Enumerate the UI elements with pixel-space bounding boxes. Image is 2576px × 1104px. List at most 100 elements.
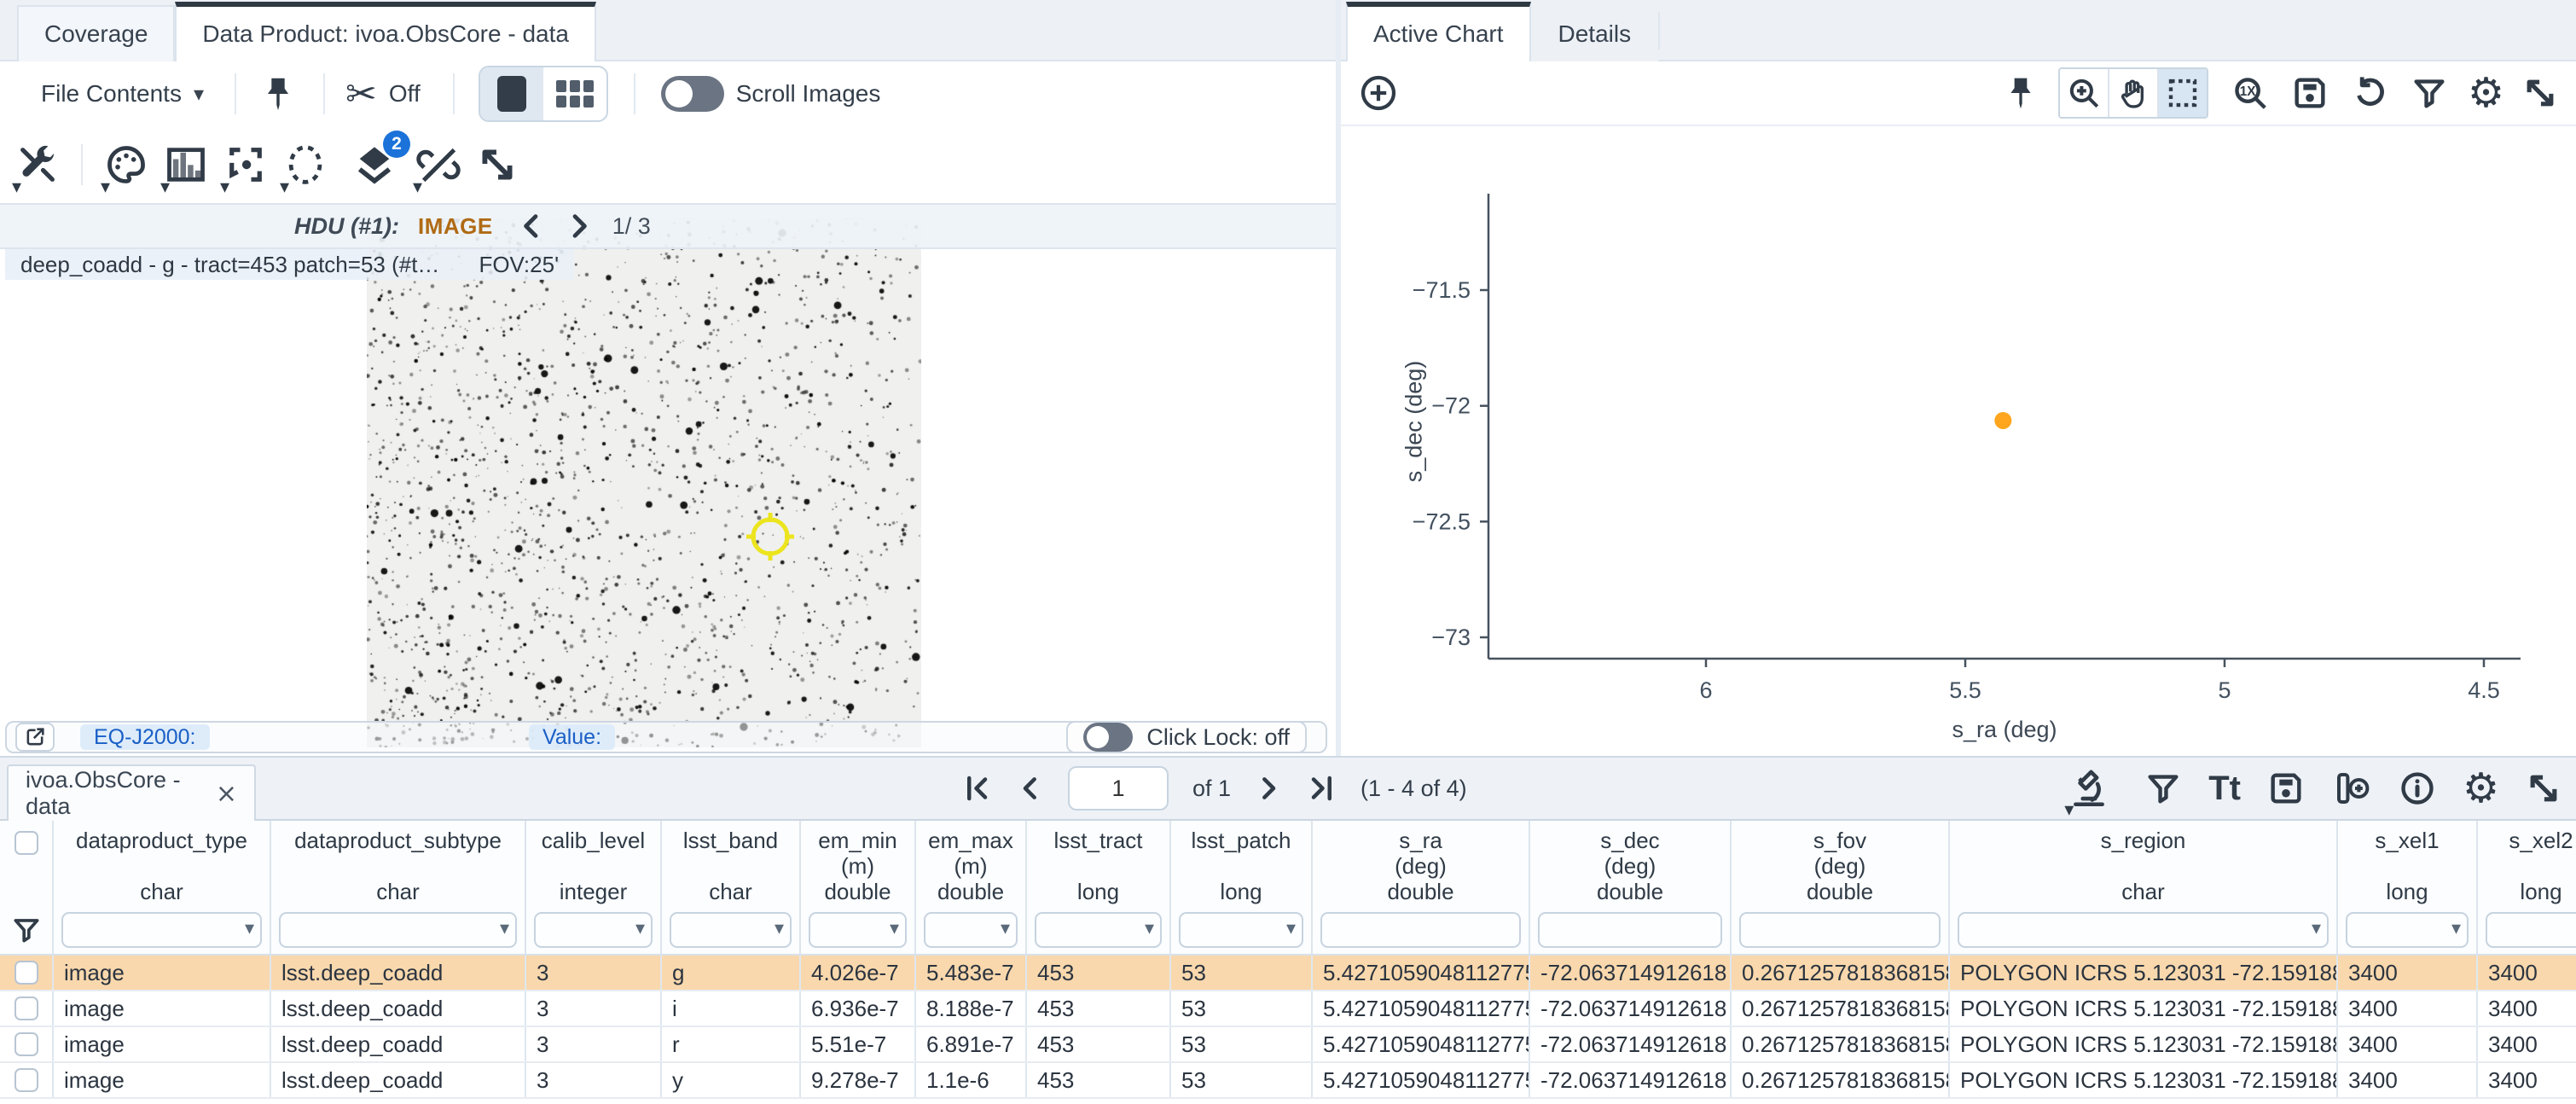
chart-zoom-button[interactable] [2060, 69, 2109, 117]
table-info-button[interactable] [2398, 769, 2437, 808]
row-checkbox[interactable] [15, 1032, 38, 1056]
column-header-dataproduct_type[interactable]: dataproduct_type char [54, 821, 271, 906]
chart-reset-button[interactable] [2350, 73, 2389, 113]
table-row[interactable]: imagelsst.deep_coadd3y9.278e-71.1e-64535… [0, 1063, 2576, 1099]
filter-input-em_min[interactable] [809, 912, 907, 948]
filter-input-lsst_patch[interactable] [1179, 912, 1303, 948]
color-stretch-button[interactable]: ▾ [104, 142, 148, 187]
chart-expand-button[interactable] [2521, 74, 2559, 112]
recenter-button[interactable]: ▾ [223, 142, 268, 187]
ellipse-select-icon [283, 142, 328, 187]
grid-view-button[interactable] [543, 67, 606, 120]
tab-details[interactable]: Details [1531, 5, 1659, 61]
cell-em_min: 6.936e-7 [801, 991, 916, 1026]
table-text-view-button[interactable]: Tt [2208, 770, 2241, 808]
expand-image-button[interactable] [476, 143, 519, 186]
table-row[interactable]: imagelsst.deep_coadd3r5.51e-76.891e-7453… [0, 1027, 2576, 1063]
table-add-column-button[interactable] [2331, 768, 2372, 809]
page-number-input[interactable] [1068, 766, 1169, 811]
cell-s_fov: 0.2671257818368158 [1732, 991, 1950, 1026]
column-header-s_dec[interactable]: s_dec(deg)double [1530, 821, 1732, 906]
table-expand-button[interactable] [2525, 770, 2562, 807]
next-page-icon[interactable] [1255, 775, 1282, 802]
filter-input-s_ra[interactable] [1320, 912, 1521, 948]
filter-input-s_fov[interactable] [1739, 912, 1941, 948]
select-region-button[interactable]: ▾ [283, 142, 328, 187]
row-checkbox[interactable] [15, 997, 38, 1020]
floppy-save-icon [2290, 73, 2329, 113]
filter-input-lsst_tract[interactable] [1035, 912, 1162, 948]
layers-button[interactable]: 2 [352, 142, 397, 187]
pin-chart-button[interactable] [2002, 74, 2039, 112]
table-analyze-button[interactable]: ▾ [2068, 767, 2110, 810]
chart-filter-button[interactable] [2410, 73, 2449, 113]
table-row[interactable]: imagelsst.deep_coadd3g4.026e-75.483e-745… [0, 956, 2576, 991]
divider [453, 73, 455, 114]
scatter-chart[interactable]: 65.554.5−71.5−72−72.5−73 s_ra (deg) s_de… [1341, 125, 2576, 756]
row-checkbox[interactable] [15, 1068, 38, 1092]
first-page-icon[interactable] [962, 773, 993, 804]
cell-s_xel2: 3400 [2478, 1063, 2576, 1097]
pin-button[interactable] [258, 74, 298, 113]
column-header-s_xel2[interactable]: s_xel2 long [2478, 821, 2576, 906]
image-title: deep_coadd - g - tract=453 patch=53 (#t… [20, 252, 439, 278]
histogram-stretch-button[interactable]: ▾ [164, 142, 208, 187]
add-chart-button[interactable] [1358, 73, 1399, 113]
column-header-dataproduct_subtype[interactable]: dataproduct_subtype char [271, 821, 526, 906]
table-tab[interactable]: ivoa.ObsCore - data × [7, 764, 256, 821]
fits-image[interactable] [367, 218, 921, 747]
column-header-calib_level[interactable]: calib_level integer [526, 821, 662, 906]
filter-input-s_dec[interactable] [1538, 912, 1722, 948]
filter-input-lsst_band[interactable] [670, 912, 792, 948]
select-all-checkbox[interactable] [15, 831, 38, 855]
filter-cell-s_ra [1313, 906, 1530, 954]
cutout-button[interactable]: ✂ Off [345, 73, 421, 116]
column-header-em_max[interactable]: em_max(m)double [916, 821, 1027, 906]
column-header-lsst_tract[interactable]: lsst_tract long [1027, 821, 1171, 906]
tab-data-product-label: Data Product: ivoa.ObsCore - data [202, 20, 569, 48]
divider [81, 144, 83, 185]
click-lock-toggle[interactable] [1083, 723, 1133, 752]
filter-input-s_xel2[interactable] [2486, 912, 2576, 948]
column-header-s_ra[interactable]: s_ra(deg)double [1313, 821, 1530, 906]
tab-data-product[interactable]: Data Product: ivoa.ObsCore - data [175, 2, 596, 61]
filter-input-em_max[interactable] [924, 912, 1018, 948]
table-filter-button[interactable] [2144, 769, 2183, 808]
filter-input-s_xel1[interactable] [2346, 912, 2469, 948]
chart-settings-button[interactable]: ⚙ [2468, 73, 2504, 113]
column-header-em_min[interactable]: em_min(m)double [801, 821, 916, 906]
last-page-icon[interactable] [1306, 773, 1337, 804]
popout-button[interactable] [15, 723, 55, 752]
image-tools-button[interactable]: ▾ [15, 142, 60, 187]
filter-input-dataproduct_subtype[interactable] [279, 912, 517, 948]
image-status-bar: EQ-J2000: Value: Click Lock: off [5, 721, 1327, 753]
file-contents-menu[interactable]: File Contents ▾ [41, 80, 204, 107]
chart-select-button[interactable] [2159, 69, 2207, 117]
unlink-wcs-button[interactable]: ▾ [416, 142, 461, 187]
column-header-s_region[interactable]: s_region char [1950, 821, 2338, 906]
tab-active-chart[interactable]: Active Chart [1346, 2, 1531, 61]
scroll-images-toggle[interactable] [661, 76, 724, 112]
chart-save-button[interactable] [2290, 73, 2329, 113]
close-icon[interactable]: × [216, 779, 237, 809]
next-hdu-icon[interactable] [565, 212, 594, 241]
filter-input-calib_level[interactable] [534, 912, 653, 948]
single-view-button[interactable] [480, 67, 543, 120]
column-header-s_xel1[interactable]: s_xel1 long [2338, 821, 2478, 906]
column-header-s_fov[interactable]: s_fov(deg)double [1732, 821, 1950, 906]
column-header-lsst_band[interactable]: lsst_band char [662, 821, 801, 906]
cell-s_dec: -72.063714912618 [1530, 1063, 1732, 1097]
filter-input-dataproduct_type[interactable] [61, 912, 262, 948]
row-checkbox[interactable] [15, 961, 38, 985]
chart-zoom-original-button[interactable] [2231, 73, 2270, 113]
prev-hdu-icon[interactable] [517, 212, 546, 241]
filter-cell-lsst_tract: ▾ [1027, 906, 1171, 954]
chart-pan-button[interactable] [2109, 69, 2159, 117]
table-save-button[interactable] [2266, 769, 2306, 808]
table-settings-button[interactable]: ⚙ [2463, 768, 2499, 809]
prev-page-icon[interactable] [1017, 775, 1044, 802]
tab-coverage[interactable]: Coverage [17, 5, 175, 61]
table-row[interactable]: imagelsst.deep_coadd3i6.936e-78.188e-745… [0, 991, 2576, 1027]
filter-input-s_region[interactable] [1958, 912, 2329, 948]
column-header-lsst_patch[interactable]: lsst_patch long [1171, 821, 1313, 906]
